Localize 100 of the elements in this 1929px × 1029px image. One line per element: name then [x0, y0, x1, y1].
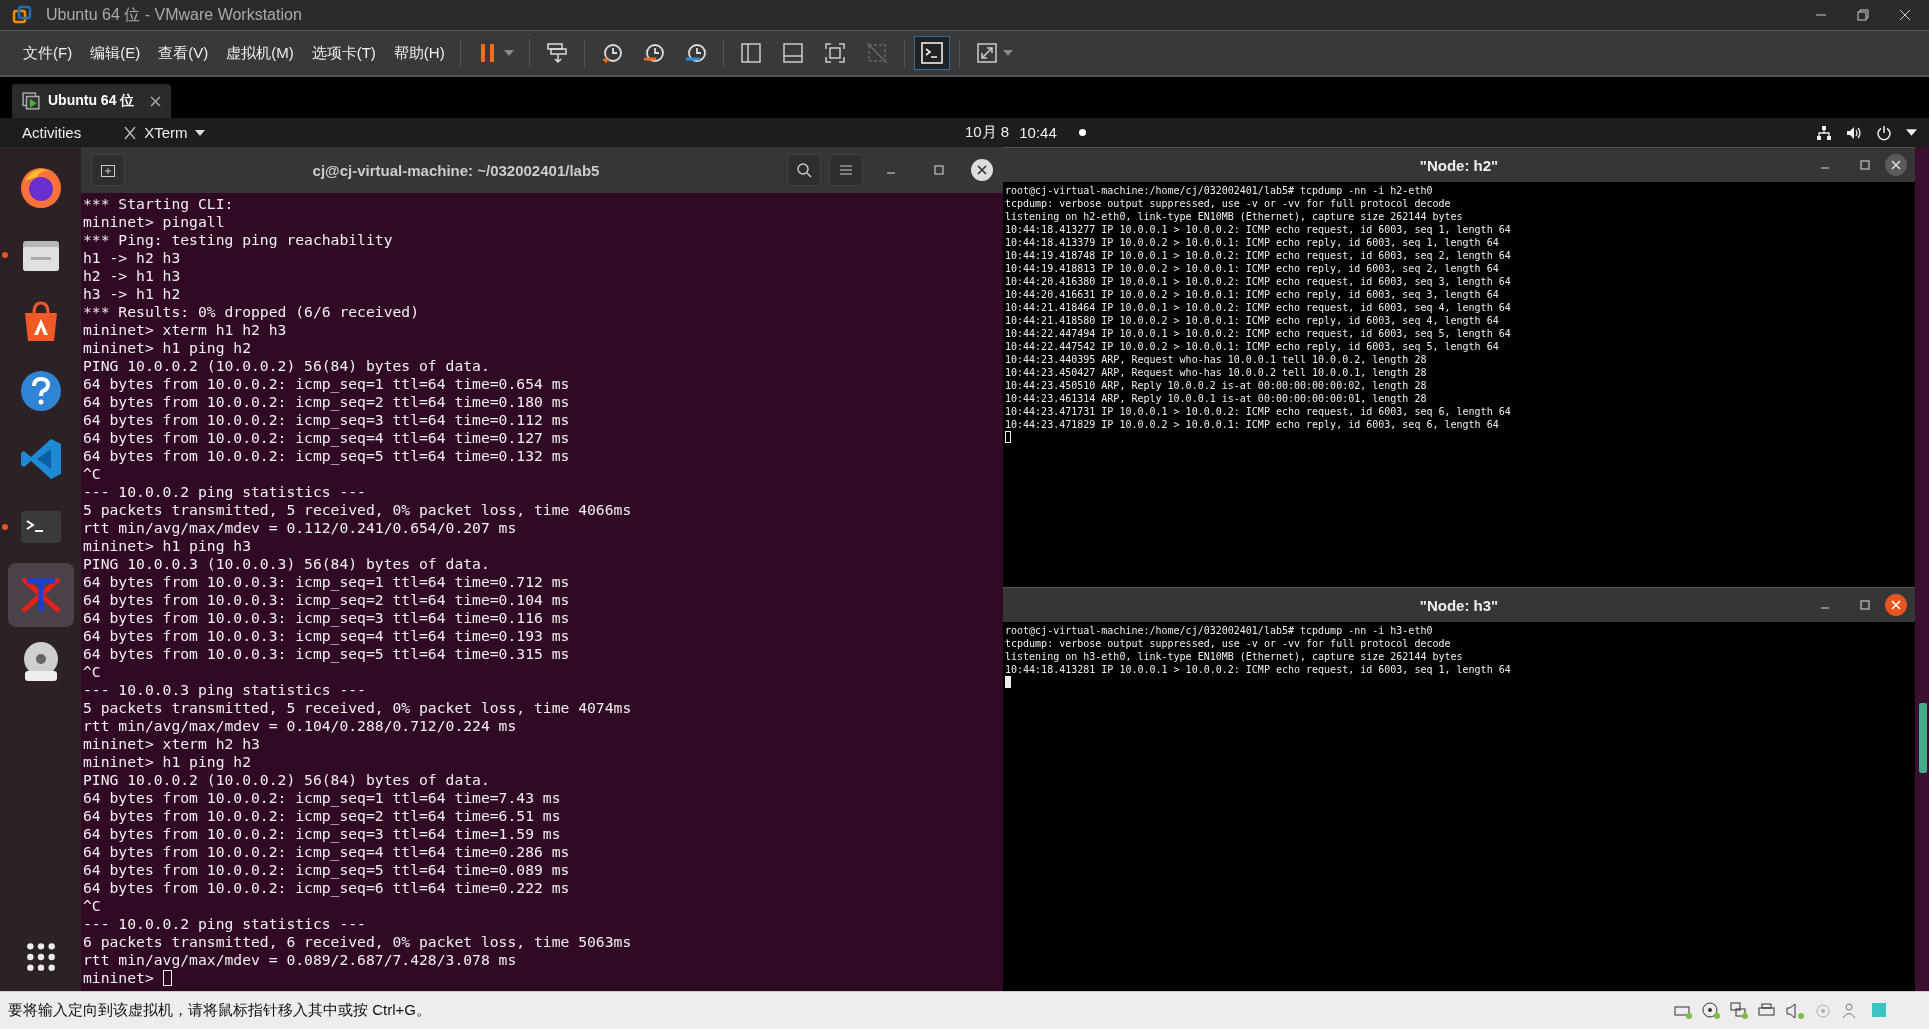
terminal-line: --- 10.0.0.3 ping statistics --- [83, 681, 367, 699]
terminal-line: --- 10.0.0.2 ping statistics --- [83, 915, 367, 933]
crossed-lines-icon [123, 125, 138, 140]
terminal-line: 64 bytes from 10.0.0.3: icmp_seq=5 ttl=64 time=0.315 ms [83, 645, 571, 663]
menu-item[interactable]: 编辑(E) [81, 43, 150, 63]
clock-wrench-icon [683, 41, 708, 65]
terminal-line: 64 bytes from 10.0.0.2: icmp_seq=3 ttl=64 time=1.59 ms [83, 825, 562, 843]
terminal-title: cj@cj-virtual-machine: ~/032002401/lab5 [311, 161, 601, 179]
expand-icon [974, 41, 999, 65]
terminal-line: 64 bytes from 10.0.0.2: icmp_seq=4 ttl=64 time=0.127 ms [83, 429, 571, 447]
terminal-line: *** Starting CLI: [83, 195, 235, 213]
menu-item[interactable]: 选项卡(T) [302, 43, 385, 63]
terminal-line: 10:44:23.471829 IP 10.0.0.2 > 10.0.0.1: ICMP echo reply, id 6003, seq 6, length 64 [1005, 418, 1500, 431]
terminal-line: h3 -> h1 h2 [83, 285, 182, 303]
terminal-line: 64 bytes from 10.0.0.2: icmp_seq=2 ttl=64 time=6.51 ms [83, 807, 562, 825]
search-button[interactable] [787, 154, 821, 186]
activities-button[interactable]: Activities [0, 124, 102, 141]
terminal-line: mininet> h1 ping h3 [83, 537, 252, 555]
vm-icon [22, 92, 40, 110]
terminal-line: --- 10.0.0.2 ping statistics --- [83, 483, 367, 501]
terminal-line: 10:44:23.450427 ARP, Request who-has 10.0.0.2 tell 10.0.0.1, length 28 [1005, 366, 1428, 379]
terminal-line: root@cj-virtual-machine:/home/cj/032002401/lab5# tcpdump -nn -i h3-eth0 [1005, 624, 1434, 637]
show-apps-icon[interactable] [24, 941, 57, 973]
status-message: 要将输入定向到该虚拟机，请将鼠标指针移入其中或按 Ctrl+G。 [8, 1001, 431, 1020]
caret-icon[interactable] [1906, 129, 1917, 136]
caret-icon [503, 50, 514, 56]
close-button[interactable] [1885, 154, 1907, 176]
terminal-line: 64 bytes from 10.0.0.2: icmp_seq=2 ttl=64 time=0.180 ms [83, 393, 571, 411]
network-adapter-icon[interactable] [1729, 1000, 1749, 1021]
bottom-panel-icon [780, 41, 805, 65]
xterm-title: "Node: h2" [1419, 156, 1499, 174]
menu-item[interactable]: 帮助(H) [384, 43, 454, 63]
terminal-line: listening on h3-eth0, link-type EN10MB (Ethernet), capture size 262144 bytes [1005, 650, 1464, 663]
menu-item[interactable]: 虚拟机(M) [217, 43, 303, 63]
console-button[interactable] [913, 36, 950, 70]
terminal-line: 64 bytes from 10.0.0.2: icmp_seq=5 ttl=64 time=0.089 ms [83, 861, 571, 879]
terminal-line: 10:44:18.413277 IP 10.0.0.1 > 10.0.0.2: ICMP echo request, id 6003, seq 1, length 64 [1005, 223, 1512, 236]
restore-icon[interactable] [1857, 9, 1869, 21]
close-icon [1891, 600, 1901, 610]
terminal-line: rtt min/avg/max/mdev = 0.104/0.288/0.712/0.224 ms [83, 717, 518, 735]
terminal-line: ^C [83, 897, 102, 915]
terminal-line: listening on h2-eth0, link-type EN10MB (Ethernet), capture size 262144 bytes [1005, 210, 1464, 223]
terminal-line: 64 bytes from 10.0.0.2: icmp_seq=6 ttl=64 time=0.222 ms [83, 879, 571, 897]
terminal-icon [919, 41, 944, 65]
terminal-line: 10:44:19.418813 IP 10.0.0.2 > 10.0.0.1: ICMP echo reply, id 6003, seq 2, length 64 [1005, 262, 1500, 275]
terminal-line: PING 10.0.0.3 (10.0.0.3) 56(84) bytes of data. [83, 555, 491, 573]
vm-tab[interactable]: Ubuntu 64 位 [12, 84, 172, 118]
xterm-title: "Node: h3" [1419, 596, 1499, 614]
terminal-line: mininet> h1 ping h2 [83, 339, 252, 357]
close-icon[interactable] [1899, 9, 1911, 21]
terminal-line: 10:44:23.450510 ARP, Reply 10.0.0.2 is-at 00:00:00:00:00:02, length 28 [1005, 379, 1428, 392]
search-icon [796, 162, 812, 178]
terminal-line: 5 packets transmitted, 5 received, 0% packet loss, time 4066ms [83, 501, 633, 519]
terminal-line: 64 bytes from 10.0.0.2: icmp_seq=3 ttl=64 time=0.112 ms [83, 411, 571, 429]
maximize-icon[interactable] [933, 164, 945, 176]
terminal-line: 64 bytes from 10.0.0.2: icmp_seq=1 ttl=64 time=7.43 ms [83, 789, 562, 807]
menu-button[interactable] [829, 154, 863, 186]
menu-item[interactable]: 文件(F) [14, 43, 82, 63]
terminal-line: ^C [83, 465, 102, 483]
terminal-line: ^C [83, 663, 102, 681]
close-button[interactable] [971, 159, 993, 181]
terminal-line: tcpdump: verbose output suppressed, use -v or -vv for full protocol decode [1005, 637, 1452, 650]
caret-icon [1002, 50, 1013, 56]
close-icon[interactable] [150, 95, 162, 107]
maximize-icon[interactable] [1859, 159, 1871, 171]
terminal-line: mininet> xterm h2 h3 [83, 735, 261, 753]
clock[interactable]: 10月 8 10:44 [965, 123, 1086, 142]
terminal-line: 64 bytes from 10.0.0.3: icmp_seq=2 ttl=64 time=0.104 ms [83, 591, 571, 609]
scrollbar-thumb[interactable] [1919, 703, 1927, 773]
terminal-line: PING 10.0.0.2 (10.0.0.2) 56(84) bytes of data. [83, 771, 491, 789]
close-button[interactable] [1885, 594, 1907, 616]
terminal-line: mininet> h1 ping h2 [83, 753, 252, 771]
terminal-line: h1 -> h2 h3 [83, 249, 182, 267]
terminal-line: PING 10.0.0.2 (10.0.0.2) 56(84) bytes of data. [83, 357, 491, 375]
terminal-line: 10:44:18.413281 IP 10.0.0.1 > 10.0.0.2: ICMP echo request, id 6003, seq 1, length 64 [1005, 663, 1512, 676]
close-icon [1891, 160, 1901, 170]
speaker-icon[interactable] [1785, 1000, 1805, 1021]
stacked-windows-icon [544, 41, 569, 65]
terminal-line: 10:44:19.418748 IP 10.0.0.1 > 10.0.0.2: ICMP echo request, id 6003, seq 2, length 64 [1005, 249, 1512, 262]
app-menu[interactable]: XTerm [117, 123, 211, 142]
terminal-line: 64 bytes from 10.0.0.2: icmp_seq=1 ttl=64 time=0.654 ms [83, 375, 571, 393]
menu-icon [838, 162, 854, 178]
power-icon[interactable] [1876, 124, 1892, 141]
terminal-line: 10:44:20.416380 IP 10.0.0.1 > 10.0.0.2: ICMP echo request, id 6003, seq 3, length 64 [1005, 275, 1512, 288]
terminal-line: 10:44:21.418580 IP 10.0.0.2 > 10.0.0.1: ICMP echo reply, id 6003, seq 4, length 64 [1005, 314, 1500, 327]
network-icon[interactable] [1816, 124, 1832, 141]
new-tab-button[interactable] [91, 154, 125, 186]
maximize-icon[interactable] [1859, 599, 1871, 611]
fullscreen-icon [822, 41, 847, 65]
terminal-line: h2 -> h1 h3 [83, 267, 182, 285]
disc-icon[interactable] [1701, 1000, 1721, 1021]
menu-item[interactable]: 查看(V) [149, 43, 218, 63]
terminal-line: rtt min/avg/max/mdev = 0.089/2.687/7.428/3.078 ms [83, 951, 518, 969]
terminal-line: mininet> [83, 969, 154, 987]
terminal-line: *** Results: 0% dropped (6/6 received) [83, 303, 421, 321]
terminal-line: 64 bytes from 10.0.0.3: icmp_seq=1 ttl=64 time=0.712 ms [83, 573, 571, 591]
terminal-line: 10:44:23.471731 IP 10.0.0.1 > 10.0.0.2: ICMP echo request, id 6003, seq 6, length 64 [1005, 405, 1512, 418]
terminal-line: 6 packets transmitted, 6 received, 0% packet loss, time 5063ms [83, 933, 633, 951]
terminal-line: 64 bytes from 10.0.0.3: icmp_seq=4 ttl=64 time=0.193 ms [83, 627, 571, 645]
terminal-line: 10:44:23.461314 ARP, Reply 10.0.0.1 is-at 00:00:00:00:00:01, length 28 [1005, 392, 1428, 405]
